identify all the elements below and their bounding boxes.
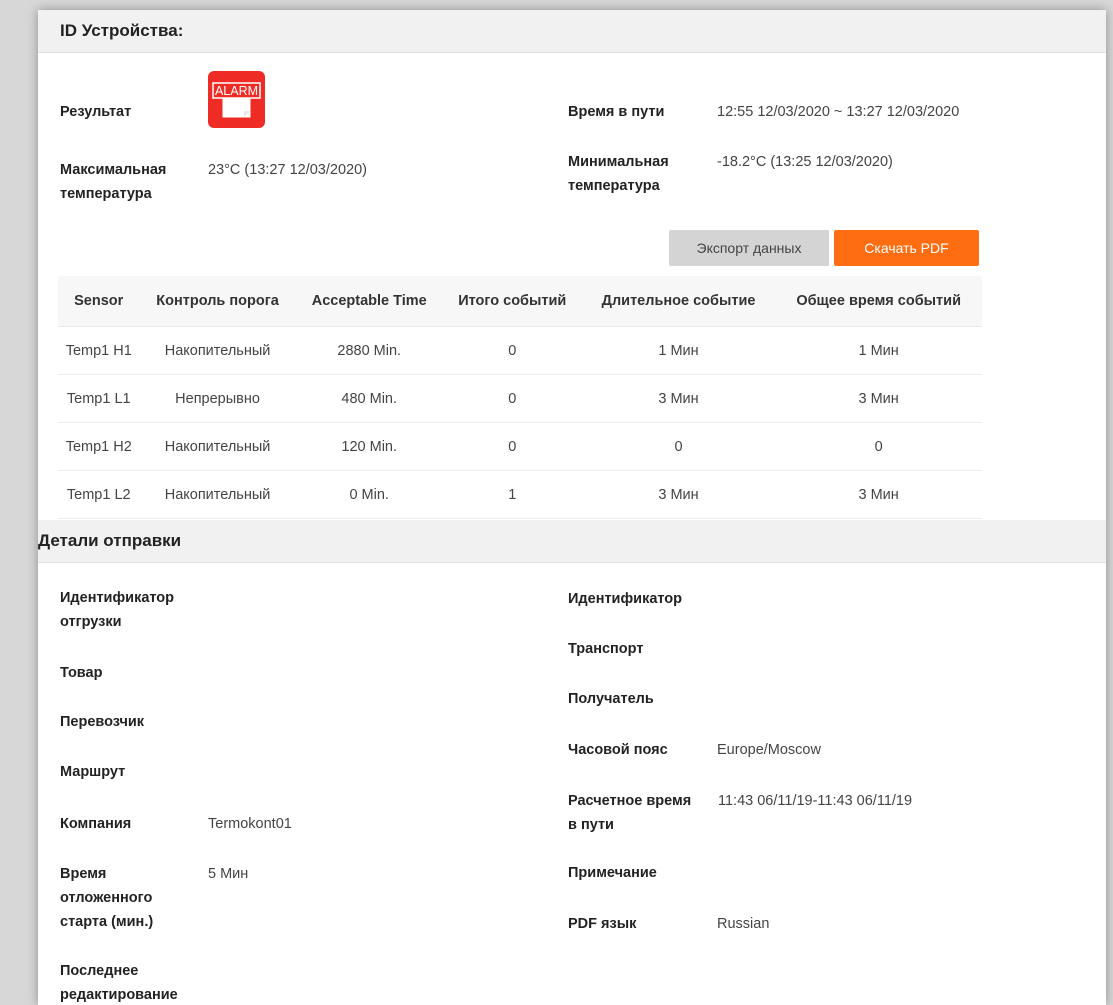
sensor-table-header-row: Sensor Контроль порога Acceptable Time И… bbox=[58, 276, 982, 327]
delay-start-label-line2: отложенного bbox=[60, 890, 153, 906]
total-event-time-cell: 3 Мин bbox=[775, 374, 982, 423]
sensor-cell: Temp1 H1 bbox=[58, 326, 140, 375]
long-event-cell: 1 Мин bbox=[581, 326, 776, 375]
total-events-cell: 0 bbox=[442, 326, 582, 375]
est-transit-label-line1: Расчетное время bbox=[568, 793, 692, 809]
total-events-cell: 1 bbox=[442, 470, 582, 519]
download-pdf-button[interactable]: Скачать PDF bbox=[834, 230, 979, 266]
product-label: Товар bbox=[60, 665, 103, 681]
report-card: ID Устройства: Результат ALARM Время в п… bbox=[38, 10, 1106, 1005]
threshold-control-cell: Непрерывно bbox=[139, 374, 296, 423]
note-label: Примечание bbox=[568, 865, 657, 881]
alarm-icon: ALARM bbox=[208, 71, 265, 128]
delay-start-label-line1: Время bbox=[60, 866, 107, 882]
threshold-control-cell: Накопительный bbox=[139, 470, 296, 519]
route-label: Маршрут bbox=[60, 764, 126, 780]
min-temp-value: -18.2°C (13:25 12/03/2020) bbox=[717, 154, 893, 170]
min-temp-label-line1: Минимальная bbox=[568, 154, 669, 170]
total-events-cell: 0 bbox=[442, 422, 582, 471]
recipient-label: Получатель bbox=[568, 691, 654, 707]
column-header: Sensor bbox=[58, 276, 140, 327]
column-header: Длительное событие bbox=[581, 276, 776, 327]
column-header: Acceptable Time bbox=[295, 276, 443, 327]
min-temp-label: Минимальная температура bbox=[568, 150, 669, 198]
timezone-value: Europe/Moscow bbox=[717, 742, 821, 758]
export-data-button[interactable]: Экспорт данных bbox=[669, 230, 829, 266]
shipment-id-label-line2: отгрузки bbox=[60, 614, 122, 630]
table-row: Temp1 L1 Непрерывно 480 Min. 0 3 Мин 3 М… bbox=[58, 374, 982, 423]
sensor-cell: Temp1 L2 bbox=[58, 470, 140, 519]
table-row: Temp1 H1 Накопительный 2880 Min. 0 1 Мин… bbox=[58, 326, 982, 375]
delay-start-label: Время отложенного старта (мин.) bbox=[60, 862, 153, 934]
long-event-cell: 3 Мин bbox=[581, 374, 776, 423]
max-temp-value: 23°C (13:27 12/03/2020) bbox=[208, 162, 367, 178]
acceptable-time-cell: 2880 Min. bbox=[295, 326, 443, 375]
acceptable-time-cell: 0 Min. bbox=[295, 470, 443, 519]
company-value: Termokont01 bbox=[208, 816, 292, 832]
carrier-label: Перевозчик bbox=[60, 714, 145, 730]
total-event-time-cell: 3 Мин bbox=[775, 470, 982, 519]
est-transit-label: Расчетное время в пути bbox=[568, 789, 691, 837]
device-section-header: ID Устройства: bbox=[38, 10, 1106, 53]
est-transit-label-line2: в пути bbox=[568, 817, 614, 833]
shipment-header-title: Детали отправки bbox=[38, 531, 182, 550]
transit-time-label: Время в пути bbox=[568, 104, 665, 120]
transit-time-value: 12:55 12/03/2020 ~ 13:27 12/03/2020 bbox=[717, 104, 960, 120]
pdf-language-value: Russian bbox=[717, 916, 770, 932]
max-temp-label: Максимальная температура bbox=[60, 158, 166, 206]
identifier-label: Идентификатор bbox=[568, 591, 683, 607]
table-row: Temp1 L2 Накопительный 0 Min. 1 3 Мин 3 … bbox=[58, 470, 982, 519]
long-event-cell: 3 Мин bbox=[581, 470, 776, 519]
total-event-time-cell: 1 Мин bbox=[775, 326, 982, 375]
total-event-time-cell: 0 bbox=[775, 422, 982, 471]
min-temp-label-line2: температура bbox=[568, 178, 660, 194]
pdf-language-label: PDF язык bbox=[568, 916, 637, 932]
acceptable-time-cell: 120 Min. bbox=[295, 422, 443, 471]
column-header: Общее время событий bbox=[775, 276, 982, 327]
est-transit-value: 11:43 06/11/19-11:43 06/11/19 bbox=[718, 793, 913, 809]
timezone-label: Часовой пояс bbox=[568, 742, 668, 758]
device-header-title: ID Устройства: bbox=[60, 21, 184, 40]
delay-start-label-line3: старта (мин.) bbox=[60, 914, 154, 930]
shipment-id-label: Идентификатор отгрузки bbox=[60, 586, 174, 634]
last-edit-label-line1: Последнее bbox=[60, 963, 139, 979]
last-edit-label-line2: редактирование bbox=[60, 987, 178, 1003]
total-events-cell: 0 bbox=[442, 374, 582, 423]
result-label: Результат bbox=[60, 104, 132, 120]
table-row: Temp1 H2 Накопительный 120 Min. 0 0 0 bbox=[58, 422, 982, 471]
sensor-cell: Temp1 L1 bbox=[58, 374, 140, 423]
max-temp-label-line1: Максимальная bbox=[60, 162, 167, 178]
max-temp-label-line2: температура bbox=[60, 186, 152, 202]
long-event-cell: 0 bbox=[581, 422, 776, 471]
alarm-icon-text: ALARM bbox=[215, 84, 258, 98]
sensor-cell: Temp1 H2 bbox=[58, 422, 140, 471]
last-edit-label: Последнее редактирование bbox=[60, 959, 178, 1005]
delay-start-value: 5 Мин bbox=[208, 866, 249, 882]
shipment-id-label-line1: Идентификатор bbox=[60, 590, 175, 606]
sensor-table: Sensor Контроль порога Acceptable Time И… bbox=[58, 276, 982, 519]
threshold-control-cell: Накопительный bbox=[139, 422, 296, 471]
acceptable-time-cell: 480 Min. bbox=[295, 374, 443, 423]
column-header: Контроль порога bbox=[139, 276, 296, 327]
company-label: Компания bbox=[60, 816, 132, 832]
transport-label: Транспорт bbox=[568, 641, 644, 657]
shipment-section-header: Детали отправки bbox=[38, 520, 1106, 563]
threshold-control-cell: Накопительный bbox=[139, 326, 296, 375]
column-header: Итого событий bbox=[442, 276, 582, 327]
